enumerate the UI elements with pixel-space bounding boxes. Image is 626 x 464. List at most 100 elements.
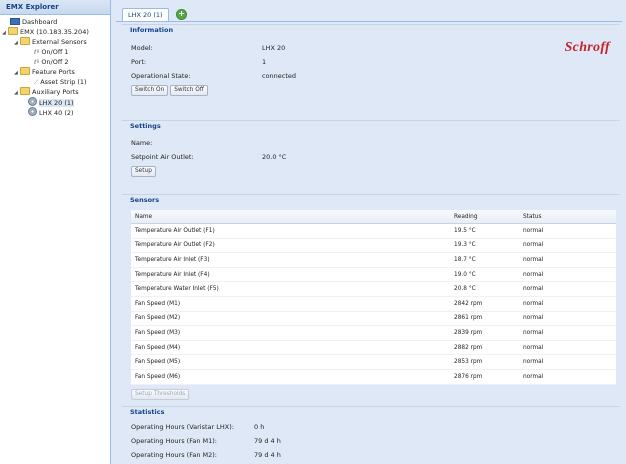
folder-icon bbox=[20, 67, 30, 75]
tree-item-onoff-2[interactable]: ℓº On/Off 2 bbox=[0, 57, 110, 67]
setup-thresholds-button[interactable]: Setup Thresholds bbox=[131, 388, 190, 400]
switch-buttons: Switch On Switch Off bbox=[131, 85, 620, 96]
sensor-reading: 19.0 °C bbox=[450, 267, 519, 283]
state-label: Operational State: bbox=[131, 72, 191, 80]
sensor-status: normal bbox=[519, 369, 616, 385]
state-row: Operational State: connected bbox=[122, 71, 620, 82]
sensor-name: Temperature Air Inlet (F4) bbox=[131, 267, 450, 283]
table-row[interactable]: Temperature Water Inlet (F5) 20.8 °C norma… bbox=[131, 281, 616, 297]
statistics-panel: Statistics Operating Hours (Varistar LHX… bbox=[122, 406, 620, 464]
sensors-title: Sensors bbox=[122, 194, 620, 206]
column-header-name[interactable]: Name bbox=[131, 210, 450, 224]
sensors-table: Name Reading Status Temperature Air Outl… bbox=[131, 210, 616, 385]
sensor-reading: 19.5 °C bbox=[450, 223, 519, 239]
sensor-name: Temperature Air Inlet (F3) bbox=[131, 252, 450, 268]
setpoint-label: Setpoint Air Outlet: bbox=[131, 153, 194, 161]
switch-on-button[interactable]: Switch On bbox=[131, 85, 169, 96]
sensor-reading: 2839 rpm bbox=[450, 325, 519, 341]
tree-item-emx[interactable]: ◢ EMX (10.183.35.204) bbox=[0, 27, 110, 37]
tree-item-lhx-40[interactable]: LHX 40 (2) bbox=[0, 107, 110, 117]
sensor-status: normal bbox=[519, 354, 616, 370]
model-label: Model: bbox=[131, 44, 153, 52]
tree-item-lhx-20[interactable]: LHX 20 (1) bbox=[0, 97, 110, 107]
column-header-status[interactable]: Status bbox=[519, 210, 616, 224]
sensor-reading: 2842 rpm bbox=[450, 296, 519, 312]
setpoint-value: 20.0 °C bbox=[262, 153, 287, 161]
folder-icon bbox=[8, 27, 18, 35]
sensor-status: normal bbox=[519, 267, 616, 283]
settings-panel: Settings Name: Setpoint Air Outlet: 20.0… bbox=[122, 120, 620, 198]
stat-value: 79 d 4 h bbox=[254, 451, 281, 459]
tree-item-dashboard[interactable]: Dashboard bbox=[0, 17, 110, 27]
sensor-reading: 2853 rpm bbox=[450, 354, 519, 370]
sensor-name: Temperature Water Inlet (F5) bbox=[131, 281, 450, 297]
sensor-status: normal bbox=[519, 281, 616, 297]
sensor-status: normal bbox=[519, 296, 616, 312]
table-row[interactable]: Fan Speed (M1) 2842 rpm normal bbox=[131, 296, 616, 312]
sensor-name: Temperature Air Outlet (F2) bbox=[131, 238, 450, 254]
name-row: Name: bbox=[122, 138, 620, 149]
sensors-panel: Sensors Name Reading Status Temperature … bbox=[122, 194, 620, 402]
sensor-name: Fan Speed (M1) bbox=[131, 296, 450, 312]
tree-item-asset-strip[interactable]: ⟋ Asset Strip (1) bbox=[0, 77, 110, 87]
sensor-status: normal bbox=[519, 311, 616, 327]
port-label: Port: bbox=[131, 58, 147, 66]
table-row[interactable]: Fan Speed (M4) 2882 rpm normal bbox=[131, 340, 616, 356]
tab-lhx-20[interactable]: LHX 20 (1) bbox=[122, 8, 169, 21]
explorer-panel: EMX Explorer Dashboard ◢ EMX (10.183.35.2… bbox=[0, 0, 111, 464]
state-value: connected bbox=[262, 72, 297, 80]
model-value: LHX 20 bbox=[262, 44, 286, 52]
setup-button[interactable]: Setup bbox=[131, 166, 156, 177]
table-row[interactable]: Fan Speed (M6) 2876 rpm normal bbox=[131, 369, 616, 385]
folder-icon bbox=[20, 87, 30, 95]
statistics-title: Statistics bbox=[122, 406, 620, 418]
table-row[interactable]: Fan Speed (M3) 2839 rpm normal bbox=[131, 325, 616, 341]
dashboard-icon bbox=[10, 18, 20, 25]
explorer-tree: Dashboard ◢ EMX (10.183.35.204) ◢ External… bbox=[0, 15, 110, 117]
sensors-header-row: Name Reading Status bbox=[131, 210, 616, 224]
stat-label: Operating Hours (Fan M1): bbox=[131, 437, 217, 445]
table-row[interactable]: Fan Speed (M2) 2861 rpm normal bbox=[131, 311, 616, 327]
table-row[interactable]: Temperature Air Inlet (F4) 19.0 °C normal bbox=[131, 267, 616, 283]
main-content: Information Model: LHX 20 Port: 1 Operat… bbox=[122, 22, 622, 464]
stat-row: Operating Hours (Varistar LHX): 0 h bbox=[122, 422, 620, 433]
fan-icon bbox=[28, 97, 37, 106]
name-label: Name: bbox=[131, 139, 153, 147]
sensor-name: Fan Speed (M4) bbox=[131, 340, 450, 356]
information-panel: Information Model: LHX 20 Port: 1 Operat… bbox=[122, 24, 620, 116]
port-value: 1 bbox=[262, 58, 267, 66]
table-row[interactable]: Temperature Air Outlet (F1) 19.5 °C normal bbox=[131, 223, 616, 239]
explorer-title: EMX Explorer bbox=[0, 0, 110, 15]
information-title: Information bbox=[122, 24, 620, 36]
schroff-logo: Schroff bbox=[564, 40, 610, 55]
sensor-status: normal bbox=[519, 238, 616, 254]
tree-item-auxiliary-ports[interactable]: ◢ Auxiliary Ports bbox=[0, 87, 110, 97]
sensor-reading: 20.8 °C bbox=[450, 281, 519, 297]
tree-item-feature-ports[interactable]: ◢ Feature Ports bbox=[0, 67, 110, 77]
tree-item-external-sensors[interactable]: ◢ External Sensors bbox=[0, 37, 110, 47]
add-tab-icon[interactable]: + bbox=[176, 9, 187, 20]
sensor-reading: 2861 rpm bbox=[450, 311, 519, 327]
table-row[interactable]: Temperature Air Inlet (F3) 18.7 °C normal bbox=[131, 252, 616, 268]
sensor-name: Temperature Air Outlet (F1) bbox=[131, 223, 450, 239]
sensor-status: normal bbox=[519, 223, 616, 239]
sensor-reading: 2882 rpm bbox=[450, 340, 519, 356]
table-row[interactable]: Temperature Air Outlet (F2) 19.3 °C normal bbox=[131, 238, 616, 254]
sensor-name: Fan Speed (M3) bbox=[131, 325, 450, 341]
stat-row: Operating Hours (Fan M2): 79 d 4 h bbox=[122, 450, 620, 461]
sensor-name: Fan Speed (M5) bbox=[131, 354, 450, 370]
tree-item-onoff-1[interactable]: ℓº On/Off 1 bbox=[0, 47, 110, 57]
column-header-reading[interactable]: Reading bbox=[450, 210, 519, 224]
stat-value: 79 d 4 h bbox=[254, 437, 281, 445]
port-row: Port: 1 bbox=[122, 57, 620, 68]
fan-icon bbox=[28, 107, 37, 116]
sensor-reading: 18.7 °C bbox=[450, 252, 519, 268]
stat-label: Operating Hours (Varistar LHX): bbox=[131, 423, 234, 431]
sensor-name: Fan Speed (M2) bbox=[131, 311, 450, 327]
sensor-status: normal bbox=[519, 325, 616, 341]
stat-row: Operating Hours (Fan M1): 79 d 4 h bbox=[122, 436, 620, 447]
tab-bar: LHX 20 (1) + bbox=[116, 6, 622, 22]
table-row[interactable]: Fan Speed (M5) 2853 rpm normal bbox=[131, 354, 616, 370]
switch-off-button[interactable]: Switch Off bbox=[170, 85, 208, 96]
model-row: Model: LHX 20 bbox=[122, 43, 620, 54]
